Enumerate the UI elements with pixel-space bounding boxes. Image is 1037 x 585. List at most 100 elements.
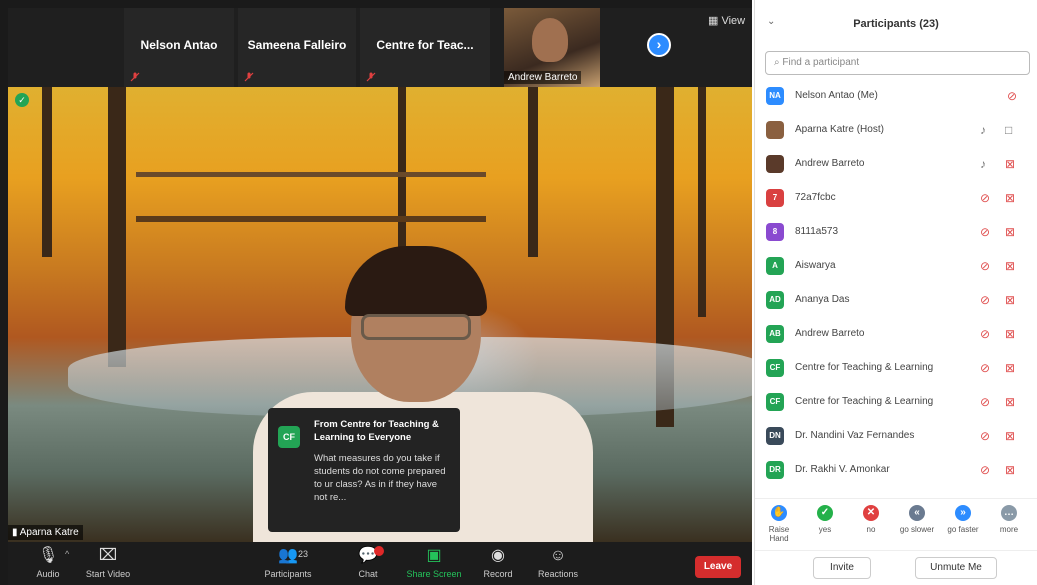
video-icon[interactable]: □ [1005,123,1012,137]
record-label: Record [483,569,513,579]
feedback-button[interactable]: … more [989,505,1029,534]
start-video-button[interactable]: ⌧ Start Video [78,546,138,579]
participant-row[interactable]: Aparna Katre (Host) ♪ □ [755,114,1037,148]
gallery-tile[interactable]: Nelson Antao [124,8,234,87]
participant-row[interactable]: NA Nelson Antao (Me) ⊘ [755,80,1037,114]
video-off-icon[interactable]: ⊠ [1005,429,1015,443]
chat-sender: From Centre for Teaching & Learning to E… [314,419,439,443]
unmute-me-button[interactable]: Unmute Me [915,557,997,579]
feedback-button[interactable]: ✓ yes [805,505,845,534]
speaker-glasses [361,314,471,340]
feedback-label: Raise Hand [768,525,790,543]
mic-muted-icon[interactable]: ⊘ [980,191,990,205]
participant-name: Nelson Antao (Me) [795,90,878,101]
participant-row[interactable]: Andrew Barreto ♪ ⊠ [755,148,1037,182]
feedback-label: yes [818,525,832,534]
feedback-label: more [999,525,1019,534]
participant-row[interactable]: CF Centre for Teaching & Learning ⊘ ⊠ [755,352,1037,386]
participant-name: Andrew Barreto [795,328,865,339]
chevron-up-icon[interactable]: ^ [65,549,69,559]
feedback-button[interactable]: » go faster [943,505,983,534]
mic-muted-icon[interactable]: ⊘ [980,293,990,307]
video-off-icon[interactable]: ⊠ [1005,225,1015,239]
video-off-icon[interactable]: ⊠ [1005,259,1015,273]
video-off-icon[interactable]: ⊠ [1005,293,1015,307]
signal-icon: ▮ [12,527,18,538]
participant-row[interactable]: AB Andrew Barreto ⊘ ⊠ [755,318,1037,352]
mic-muted-icon[interactable]: ⊘ [980,259,990,273]
chat-sender-avatar: CF [278,426,300,448]
video-off-icon[interactable]: ⊠ [1005,191,1015,205]
participant-row[interactable]: DR Dr. Rakhi V. Amonkar ⊘ ⊠ [755,454,1037,488]
share-screen-label: Share Screen [406,569,462,579]
speaker-hair [345,246,487,316]
tile-name: Centre for Teac... [376,38,474,52]
meeting-toolbar: 🎙 Audio ^ ⌧ Start Video 👥 23 Participant… [8,542,752,585]
gallery-tile[interactable]: Centre for Teac... [360,8,490,87]
gallery-tile[interactable]: Sameena Falleiro [238,8,356,87]
participant-avatar [766,155,784,173]
meeting-window: Nelson Antao Sameena Falleiro Centre for… [0,0,752,585]
yes-icon: ✓ [817,505,833,521]
microphone-icon[interactable]: ♪ [980,123,986,137]
participant-avatar: 7 [766,189,784,207]
feedback-button[interactable]: « go slower [897,505,937,534]
reactions-button[interactable]: ☺ Reactions [528,546,588,579]
participant-row[interactable]: 7 72a7fcbc ⊘ ⊠ [755,182,1037,216]
share-screen-icon: ▣ [426,547,442,564]
tree-trunk [698,87,706,317]
go-faster-icon: » [955,505,971,521]
mic-muted-icon[interactable]: ⊘ [980,463,990,477]
participant-name: Aiswarya [795,260,836,271]
leave-button[interactable]: Leave [695,556,741,578]
share-screen-button[interactable]: ▣ Share Screen [401,546,467,579]
search-input[interactable]: ⌕ Find a participant [765,51,1030,75]
video-off-icon[interactable]: ⊠ [1005,395,1015,409]
participant-name: Centre for Teaching & Learning [795,396,934,407]
participant-face [532,18,568,62]
mic-muted-icon[interactable]: ⊘ [980,429,990,443]
mic-muted-icon[interactable]: ⊘ [980,361,990,375]
participant-avatar: 8 [766,223,784,241]
participant-list: NA Nelson Antao (Me) ⊘ Aparna Katre (Host) ♪… [755,80,1037,488]
video-off-icon[interactable]: ⊠ [1005,361,1015,375]
chat-button[interactable]: 💬 Chat [338,546,398,579]
participant-row[interactable]: CF Centre for Teaching & Learning ⊘ ⊠ [755,386,1037,420]
chevron-down-icon[interactable]: ⌄ [767,16,775,27]
mic-muted-icon[interactable]: ⊘ [980,395,990,409]
video-off-icon[interactable]: ⊠ [1005,327,1015,341]
participant-name: Centre for Teaching & Learning [795,362,934,373]
reactions-label: Reactions [537,569,579,579]
mic-muted-icon[interactable]: ⊘ [980,327,990,341]
view-button[interactable]: ▦ View [708,14,745,27]
participant-name: Ananya Das [795,294,850,305]
panel-header: ⌄ Participants (23) [755,0,1037,40]
participant-row[interactable]: 8 8111a573 ⊘ ⊠ [755,216,1037,250]
chevron-right-icon[interactable]: › [647,33,671,57]
tree-trunk [528,87,538,257]
microphone-icon[interactable]: ♪ [980,157,986,171]
participant-row[interactable]: DN Dr. Nandini Vaz Fernandes ⊘ ⊠ [755,420,1037,454]
video-off-icon[interactable]: ⊠ [1005,157,1015,171]
gallery-tile-video[interactable]: Andrew Barreto [504,8,600,87]
mic-muted-icon[interactable]: ⊘ [1007,89,1017,103]
video-off-icon[interactable]: ⊠ [1005,463,1015,477]
more-icon: … [1001,505,1017,521]
participant-avatar: CF [766,393,784,411]
feedback-button[interactable]: ✕ no [851,505,891,534]
mic-muted-icon[interactable]: ⊘ [980,225,990,239]
record-button[interactable]: ◉ Record [468,546,528,579]
participant-name: Dr. Rakhi V. Amonkar [795,464,890,475]
tile-name: Nelson Antao [140,38,218,52]
participants-button[interactable]: 👥 23 Participants [258,546,318,579]
participant-row[interactable]: AD Ananya Das ⊘ ⊠ [755,284,1037,318]
participant-avatar: CF [766,359,784,377]
feedback-button[interactable]: ✋ Raise Hand [759,505,799,543]
participant-avatar: DN [766,427,784,445]
participants-panel: ⌄ Participants (23) ⌕ Find a participant… [754,0,1037,585]
chat-notification[interactable]: CF From Centre for Teaching & Learning t… [268,408,460,532]
participant-avatar [766,121,784,139]
invite-button[interactable]: Invite [813,557,871,579]
audio-button[interactable]: 🎙 Audio ^ [18,546,78,579]
participant-row[interactable]: A Aiswarya ⊘ ⊠ [755,250,1037,284]
